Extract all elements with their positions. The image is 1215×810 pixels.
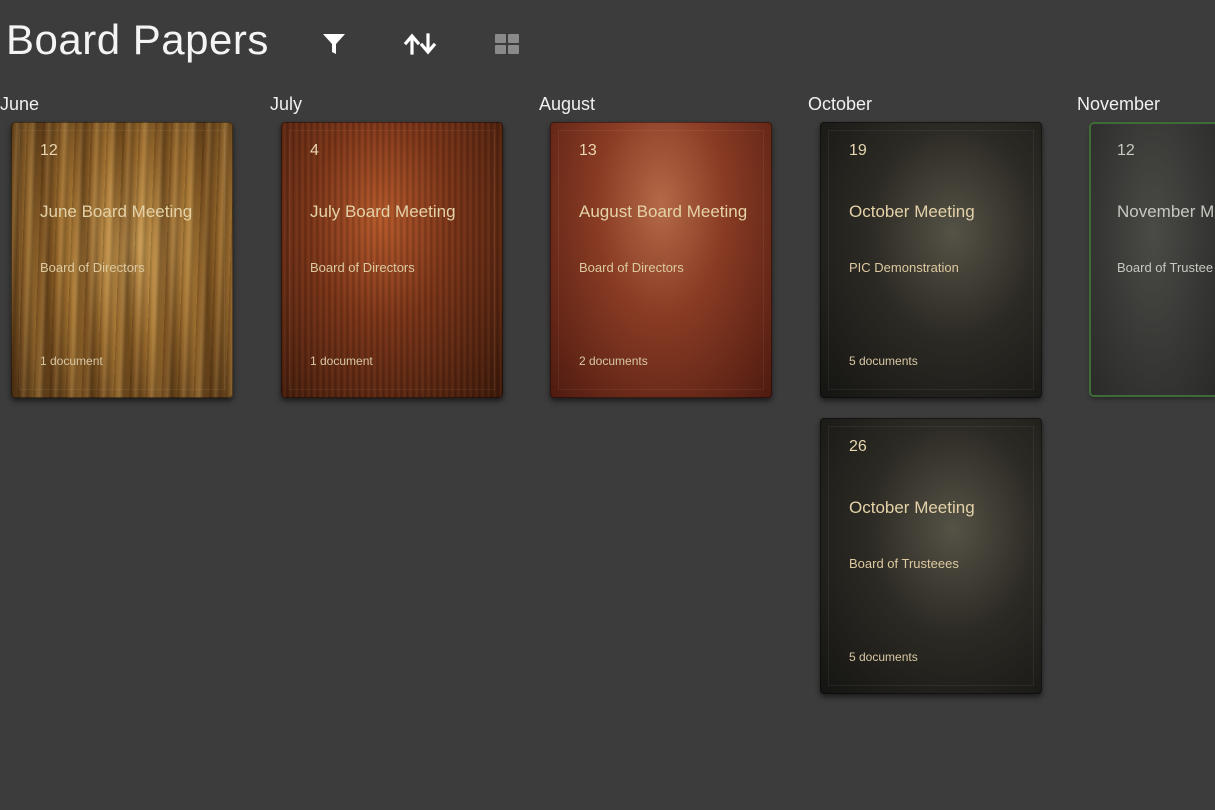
card-title: October Meeting bbox=[849, 498, 975, 517]
card-day: 12 bbox=[1117, 142, 1135, 159]
filter-button[interactable] bbox=[316, 26, 352, 62]
card-subtitle: PIC Demonstration bbox=[849, 260, 959, 275]
card-subtitle: Board of Directors bbox=[40, 260, 145, 275]
card-document-count: 1 document bbox=[40, 354, 103, 368]
card-day: 13 bbox=[579, 142, 597, 159]
card-title: August Board Meeting bbox=[579, 202, 748, 221]
card-subtitle: Board of Trustee bbox=[1117, 260, 1214, 275]
card-day: 4 bbox=[310, 142, 319, 159]
meeting-card-november-12[interactable]: 12 November M Board of Trustee bbox=[1091, 124, 1215, 395]
card-title: November M bbox=[1117, 202, 1215, 221]
grid-view-button[interactable] bbox=[489, 26, 525, 62]
card-document-count: 2 documents bbox=[579, 354, 648, 368]
card-title: July Board Meeting bbox=[310, 202, 456, 221]
month-header-november: November bbox=[1077, 94, 1161, 114]
month-header-august: August bbox=[539, 94, 596, 114]
card-subtitle: Board of Directors bbox=[579, 260, 684, 275]
card-document-count: 1 document bbox=[310, 354, 373, 368]
card-document-count: 5 documents bbox=[849, 650, 918, 664]
sort-button[interactable] bbox=[402, 26, 438, 62]
month-header-july: July bbox=[270, 94, 303, 114]
card-subtitle: Board of Directors bbox=[310, 260, 415, 275]
meeting-card-october-19[interactable]: 19 October Meeting PIC Demonstration 5 d… bbox=[820, 122, 1042, 398]
meeting-card-june-12[interactable]: 12 June Board Meeting Board of Directors… bbox=[11, 122, 233, 398]
meeting-card-august-13[interactable]: 13 August Board Meeting Board of Directo… bbox=[550, 122, 772, 398]
grid-view-icon bbox=[493, 32, 521, 56]
card-day: 19 bbox=[849, 142, 867, 159]
month-header-october: October bbox=[808, 94, 873, 114]
card-day: 26 bbox=[849, 438, 867, 455]
filter-icon bbox=[321, 31, 347, 57]
month-header-june: June bbox=[0, 94, 40, 114]
card-title: October Meeting bbox=[849, 202, 975, 221]
meeting-card-july-4[interactable]: 4 July Board Meeting Board of Directors … bbox=[281, 122, 503, 398]
card-day: 12 bbox=[40, 142, 58, 159]
sort-icon bbox=[403, 31, 437, 57]
card-document-count: 5 documents bbox=[849, 354, 918, 368]
card-subtitle: Board of Trusteees bbox=[849, 556, 959, 571]
page-title: Board Papers bbox=[6, 16, 269, 63]
meeting-card-october-26[interactable]: 26 October Meeting Board of Trusteees 5 … bbox=[820, 418, 1042, 694]
card-title: June Board Meeting bbox=[40, 202, 193, 221]
